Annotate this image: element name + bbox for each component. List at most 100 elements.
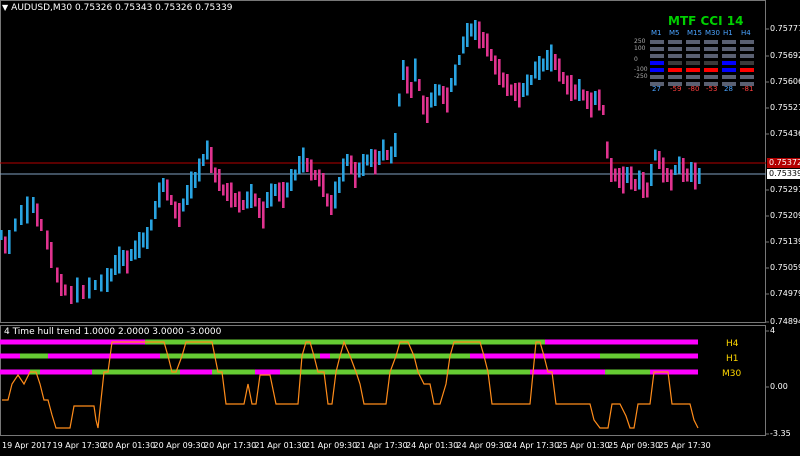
price-bar: [318, 169, 321, 187]
price-bar: [222, 184, 225, 196]
mtf-cci-cell: [722, 75, 736, 79]
price-bar: [474, 20, 477, 40]
price-bar: [698, 168, 701, 184]
price-bar: [134, 240, 137, 260]
mtf-value-label: -81: [742, 85, 754, 93]
price-bar: [650, 164, 653, 186]
mtf-cci-cell: [668, 61, 682, 65]
price-bar: [20, 205, 23, 225]
price-bar: [282, 182, 285, 208]
price-bar: [602, 105, 605, 115]
price-bar: [270, 183, 273, 207]
price-bar: [478, 21, 481, 49]
price-axis-label: 0.75606: [770, 77, 800, 86]
price-bar: [466, 23, 469, 47]
price-bar: [526, 74, 529, 96]
price-bar: [674, 165, 677, 175]
price-bar: [690, 162, 693, 182]
mtf-cci-cell: [686, 75, 700, 79]
price-bar: [626, 167, 629, 183]
price-bar: [274, 184, 277, 196]
mtf-cci-cell: [704, 40, 718, 44]
price-bar: [206, 140, 209, 160]
time-axis-label: 21 Apr 09:30: [305, 441, 358, 450]
price-bar: [166, 179, 169, 201]
price-bar: [578, 79, 581, 101]
hull-trend-segment: [320, 353, 330, 359]
time-axis-label: 24 Apr 17:30: [507, 441, 560, 450]
price-bar: [606, 141, 609, 159]
price-bar: [198, 158, 201, 182]
price-bar: [64, 284, 67, 296]
price-bar: [82, 285, 85, 299]
price-bar: [658, 151, 661, 169]
price-bar: [486, 33, 489, 57]
mtf-cci-cell: [650, 54, 664, 58]
price-bar: [46, 230, 49, 250]
mtf-cci-cell: [668, 75, 682, 79]
mtf-cci-cell: [686, 68, 700, 72]
price-bar: [538, 56, 541, 80]
mtf-cci-cell: [650, 75, 664, 79]
price-axis-label: 0.75291: [770, 185, 800, 194]
hull-trend-segment: [160, 353, 320, 359]
price-bar: [32, 197, 35, 213]
price-bar: [50, 242, 53, 268]
time-axis-label: 19 Apr 17:30: [52, 441, 105, 450]
price-bar: [630, 166, 633, 190]
price-bar: [470, 23, 473, 37]
chart-canvas[interactable]: [0, 0, 800, 456]
price-bar: [558, 58, 561, 82]
time-axis-label: 21 Apr 17:30: [355, 441, 408, 450]
mtf-timeframe-label: M1: [651, 29, 662, 37]
mtf-cci-cell: [740, 68, 754, 72]
price-bar: [56, 267, 59, 283]
price-bar: [498, 59, 501, 85]
price-bar: [138, 232, 141, 258]
price-bar: [338, 177, 341, 193]
price-bar: [518, 82, 521, 108]
hull-trend-segment: [545, 339, 698, 345]
price-bar: [642, 172, 645, 198]
price-bar: [154, 201, 157, 219]
time-axis-label: 20 Apr 09:30: [153, 441, 206, 450]
price-bar: [0, 230, 3, 240]
price-axis-label: 0.74894: [770, 317, 800, 326]
indicator-axis-label: 4: [770, 326, 776, 335]
price-bar: [414, 58, 417, 82]
mtf-cci-cell: [650, 68, 664, 72]
mtf-cci-cell: [650, 61, 664, 65]
price-bar: [410, 82, 413, 98]
price-bar: [450, 78, 453, 92]
price-axis-label: 0.74979: [770, 289, 800, 298]
price-bar: [218, 169, 221, 191]
time-axis-label: 19 Apr 2017: [2, 441, 52, 450]
dropdown-triangle-icon[interactable]: ▼: [2, 3, 8, 12]
price-bar: [106, 268, 109, 292]
price-bar: [194, 172, 197, 188]
mtf-cci-cell: [668, 40, 682, 44]
mtf-value-label: 28: [724, 85, 733, 93]
mtf-timeframe-label: M15: [687, 29, 702, 37]
hull-trend-segment: [640, 353, 698, 359]
price-bar: [634, 179, 637, 191]
price-bar: [534, 61, 537, 79]
time-axis-label: 25 Apr 01:30: [557, 441, 610, 450]
time-axis-label: 20 Apr 01:30: [103, 441, 156, 450]
price-axis-label: 0.75209: [770, 211, 800, 220]
red-price-tag: 0.75372: [767, 158, 800, 168]
price-bar: [234, 193, 237, 207]
hull-trend-segment: [180, 369, 212, 375]
hull-trend-segment: [0, 369, 30, 375]
price-bar: [182, 198, 185, 212]
price-bar: [298, 156, 301, 174]
price-bar: [326, 193, 329, 207]
price-bar: [302, 147, 305, 173]
price-bar: [262, 201, 265, 229]
price-bar: [130, 249, 133, 261]
price-bar: [622, 166, 625, 194]
hull-trend-segment: [40, 369, 92, 375]
symbol-header: ▼ AUDUSD,M30 0.75326 0.75343 0.75326 0.75…: [2, 3, 233, 13]
price-bar: [122, 250, 125, 266]
price-bar: [390, 146, 393, 164]
